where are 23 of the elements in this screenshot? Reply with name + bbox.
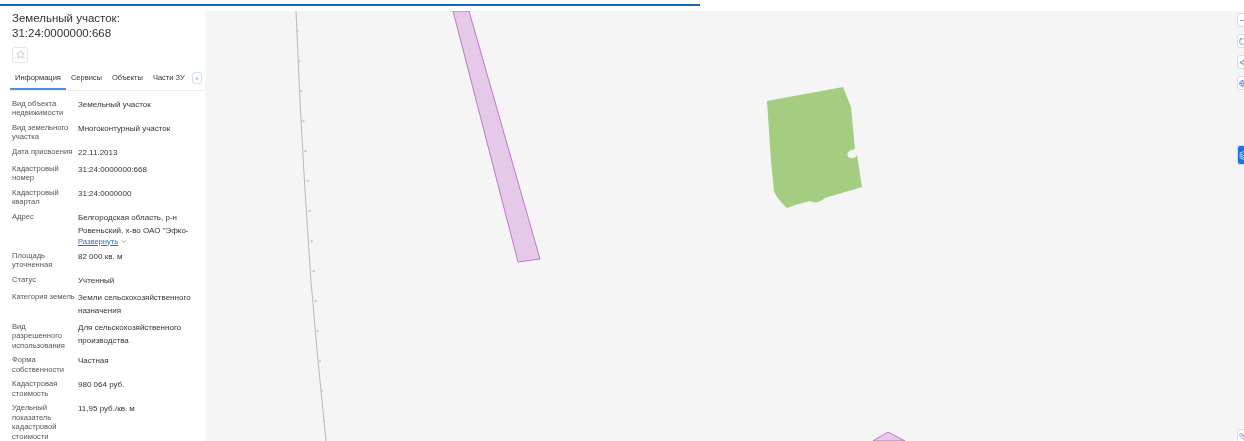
cadastral-number-title: 31:24:0000000:668	[12, 26, 113, 41]
ruler-icon	[1239, 432, 1244, 440]
favorite-button[interactable]	[12, 47, 28, 63]
land-parcel-fragment	[872, 431, 906, 441]
field-value: 82 000 кв. м	[78, 250, 124, 263]
share-icon	[1239, 58, 1244, 66]
field-value: 31:24:0000000:668	[78, 163, 148, 176]
field-value: 980 064 руб.	[78, 379, 126, 391]
field-value: Частная	[78, 355, 110, 367]
star-icon	[15, 50, 25, 60]
field-value: Земельный участок	[78, 98, 152, 111]
map[interactable]	[205, 11, 1244, 441]
panel-title: Земельный участок:	[12, 11, 121, 26]
field-value: Для сельскохозяйственного производства	[78, 321, 183, 347]
globe-icon	[1239, 79, 1244, 87]
field-value: Учтенный	[78, 274, 116, 287]
field-value: 11,95 руб./кв. м	[78, 403, 136, 415]
field-value: 31:24:0000000	[78, 187, 133, 200]
field-value: Земли сельскохозяйственного назначения	[78, 291, 192, 317]
field-value: Многоконтурный участок	[78, 122, 172, 135]
field-value: Белгородская область, р-н Ровеньский, х-во ОАО "Эфко-	[78, 211, 190, 237]
chevron-down-icon	[120, 237, 128, 245]
field-value: 22.11.2013	[78, 146, 119, 159]
